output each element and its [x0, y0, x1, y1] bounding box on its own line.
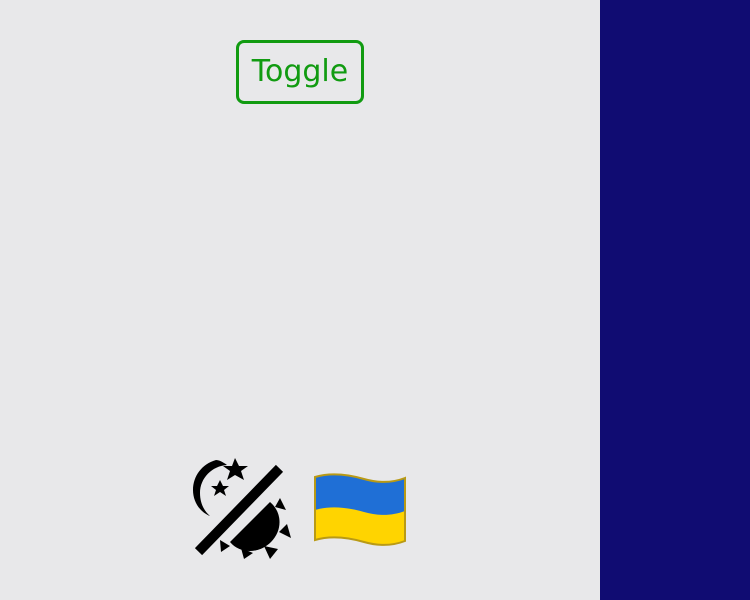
side-panel	[600, 0, 750, 600]
main-content: Toggle	[0, 0, 600, 600]
icon-row	[0, 456, 600, 562]
night-day-toggle-icon	[188, 456, 292, 560]
app-window: Toggle	[0, 0, 750, 600]
ukraine-flag-icon	[312, 468, 408, 552]
toggle-button[interactable]: Toggle	[236, 40, 364, 104]
